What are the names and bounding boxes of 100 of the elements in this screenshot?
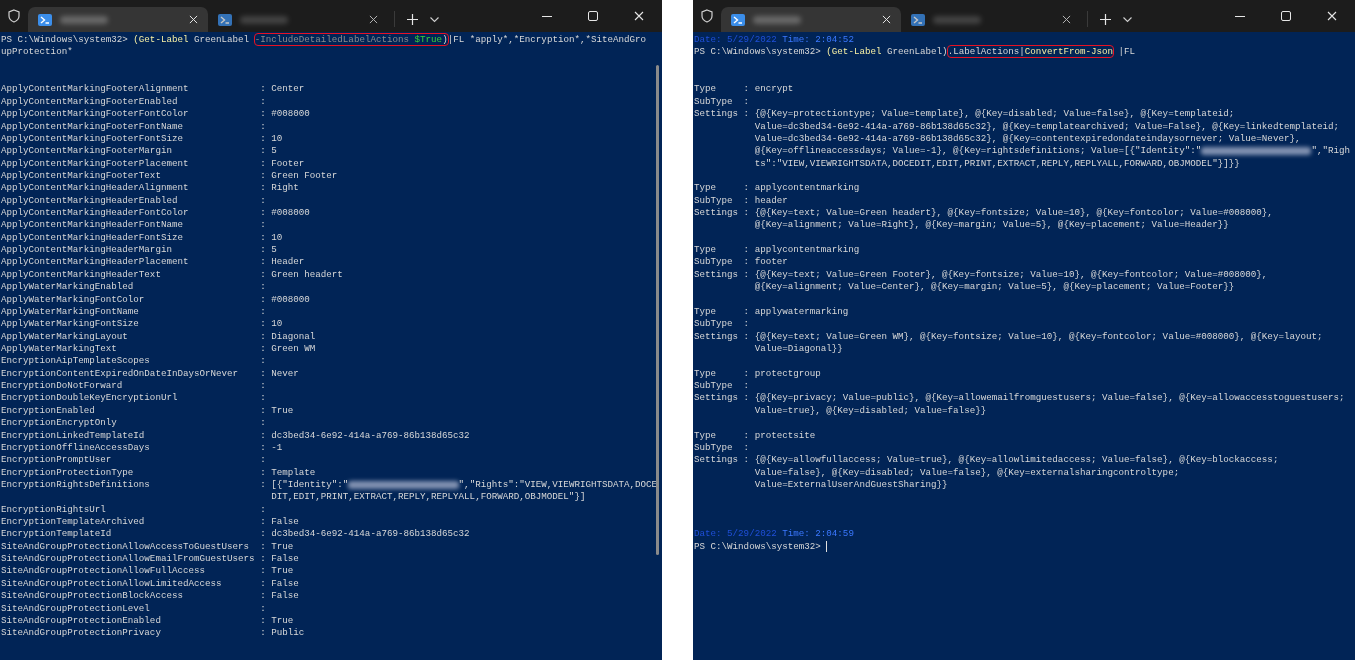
- property-value: {@{Key=allowfullaccess; Value=true}, @{Key=allowlimitedaccess; Value=false}, @{Key=blockaccess; Value=false}, @{Key=disabled; Value=false}, @{Key=externalsharingcontroltype; Value=ExternalUserAndGuestSharing}}: [754, 454, 1279, 492]
- property-value: Right: [271, 182, 299, 195]
- separator: :: [260, 207, 266, 219]
- property-name: EncryptionLinkedTemplateId: [1, 429, 145, 441]
- separator: :: [260, 219, 266, 231]
- property-value: Green Footer: [271, 169, 338, 183]
- property-name: Type: [694, 244, 717, 256]
- property-name: SiteAndGroupProtectionPrivacy: [1, 627, 161, 639]
- terminal-tab[interactable]: [28, 7, 208, 32]
- terminal-tab[interactable]: [721, 7, 901, 32]
- separator: :: [260, 83, 266, 95]
- separator: :: [260, 404, 266, 416]
- separator: :: [260, 145, 266, 157]
- property-value: False: [271, 577, 299, 591]
- plus-icon: [1100, 14, 1111, 25]
- maximize-icon: [1281, 11, 1291, 21]
- property-name: SiteAndGroupProtectionLevel: [1, 602, 150, 614]
- property-value: 10: [271, 132, 283, 146]
- close-icon: [1327, 11, 1337, 21]
- separator: :: [260, 256, 266, 268]
- property-name: Type: [694, 367, 717, 379]
- property-name: EncryptionOfflineAccessDays: [1, 441, 150, 453]
- separator: :: [260, 268, 266, 280]
- separator: :: [260, 528, 266, 540]
- separator: :: [743, 429, 750, 441]
- separator: :: [743, 108, 750, 120]
- property-name: Type: [694, 305, 717, 317]
- property-value: 5: [271, 145, 277, 158]
- property-value: 10: [271, 318, 283, 331]
- property-name: EncryptionEncryptOnly: [1, 417, 117, 429]
- property-value: dc3bed34-6e92-414a-a769-86b138d65c32: [271, 429, 470, 442]
- property-name: SiteAndGroupProtectionBlockAccess: [1, 590, 183, 602]
- property-value: footer: [754, 256, 788, 269]
- property-value: Public: [271, 627, 305, 640]
- command-line: PS C:\Windows\system32> (Get-Label GreenLabel -IncludeDetailedLabelActions $True)|FL *apply*,*Encryption*,*SiteAndGroupProtection*: [1, 34, 648, 59]
- minimize-icon: [542, 15, 552, 17]
- scrollbar[interactable]: [656, 65, 659, 555]
- time-text: Time: 2:04:59: [782, 528, 854, 540]
- property-value: encrypt: [754, 83, 794, 96]
- property-name: ApplyWaterMarkingFontSize: [1, 318, 139, 330]
- separator: :: [260, 478, 266, 490]
- separator: :: [743, 318, 750, 330]
- property-name: SiteAndGroupProtectionAllowAccessToGuestUsers: [1, 540, 250, 552]
- separator: :: [260, 355, 266, 367]
- property-name: ApplyContentMarkingFooterEnabled: [1, 95, 178, 107]
- property-name: EncryptionEnabled: [1, 404, 95, 416]
- property-value: [{"Identity":" ","Rights":"VIEW,VIEWRIGHTSDATA,DOCE DIT,EDIT,PRINT,EXTRACT,REPLY,REPLYALL,FORWARD,OBJMODEL"}]: [271, 478, 658, 504]
- property-value: #008000: [271, 207, 310, 220]
- date-text: Date: 5/29/2022: [694, 528, 777, 540]
- separator: :: [743, 95, 750, 107]
- separator: :: [743, 207, 750, 219]
- property-name: ApplyContentMarkingFooterFontName: [1, 120, 183, 132]
- property-name: Settings: [694, 392, 739, 404]
- property-name: ApplyWaterMarkingEnabled: [1, 281, 134, 293]
- separator: :: [743, 330, 750, 342]
- property-value: Never: [271, 367, 299, 381]
- property-value: dc3bed34-6e92-414a-a769-86b138d65c32: [271, 528, 470, 541]
- property-name: SiteAndGroupProtectionAllowEmailFromGuestUsers: [1, 553, 255, 565]
- property-name: ApplyContentMarkingFooterFontSize: [1, 132, 183, 144]
- property-value: -1: [271, 441, 283, 455]
- chevron-down-icon: [430, 16, 439, 23]
- separator: :: [260, 169, 266, 181]
- property-name: ApplyWaterMarkingFontColor: [1, 293, 145, 305]
- property-value: applycontentmarking: [754, 182, 860, 195]
- separator: :: [260, 466, 266, 478]
- separator: :: [260, 614, 266, 626]
- property-name: EncryptionRightsUrl: [1, 503, 106, 515]
- property-name: EncryptionTemplateArchived: [1, 516, 145, 527]
- separator: :: [743, 380, 750, 392]
- separator: :: [743, 268, 750, 280]
- property-value: {@{Key=privacy; Value=public}, @{Key=allowemailfromguestusers; Value=false}, @{Key=allowaccesstoguestusers; Value=true}, @{Key=disabled; Value=false}}: [754, 392, 1345, 418]
- property-value: #008000: [271, 108, 310, 121]
- close-icon: [189, 15, 198, 24]
- separator: :: [260, 244, 266, 256]
- property-value: True: [271, 404, 294, 418]
- separator: :: [260, 602, 266, 614]
- property-name: SubType: [694, 194, 733, 206]
- separator: :: [260, 417, 266, 429]
- separator: :: [260, 194, 266, 206]
- separator: :: [260, 343, 266, 354]
- shield-icon: [8, 9, 20, 23]
- property-name: Settings: [694, 268, 739, 280]
- maximize-icon: [588, 11, 598, 21]
- close-icon: [1062, 15, 1071, 24]
- separator: :: [743, 454, 750, 466]
- plus-icon: [407, 14, 418, 25]
- property-name: EncryptionAipTemplateScopes: [1, 355, 150, 367]
- separator: :: [260, 553, 266, 565]
- property-value: Footer: [271, 157, 305, 170]
- close-icon: [882, 15, 891, 24]
- separator: :: [260, 330, 266, 342]
- property-name: SubType: [694, 95, 733, 107]
- terminal-icon: [38, 13, 52, 26]
- property-name: SiteAndGroupProtectionAllowLimitedAccess: [1, 577, 222, 589]
- redacted-title: [60, 15, 108, 24]
- terminal-icon: [731, 13, 745, 26]
- separator: :: [743, 244, 750, 256]
- separator: :: [260, 157, 266, 169]
- property-name: Type: [694, 182, 717, 194]
- separator: :: [260, 392, 266, 404]
